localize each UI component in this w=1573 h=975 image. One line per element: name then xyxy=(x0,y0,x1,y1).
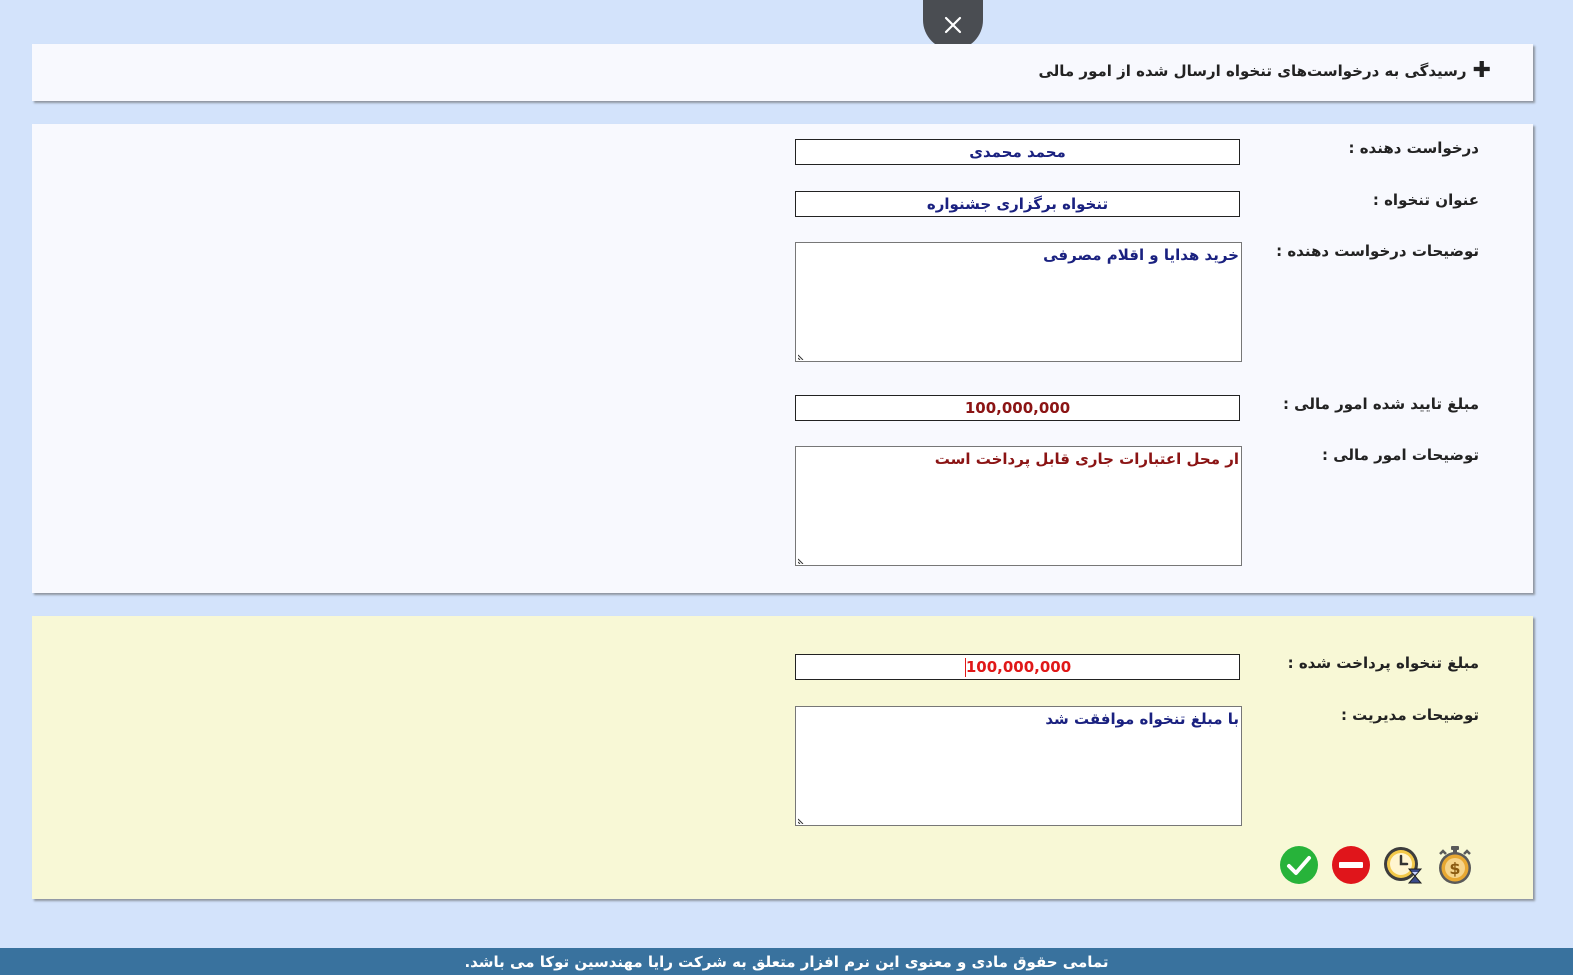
plus-icon[interactable]: ✚ xyxy=(1473,60,1491,82)
page-title: رسیدگی به درخواست‌های تنخواه ارسال شده ا… xyxy=(1038,62,1467,80)
resize-handle-icon[interactable] xyxy=(798,816,806,824)
paid-amount-input[interactable]: 100,000,000 xyxy=(795,654,1240,680)
footer: تمامی حقوق مادی و معنوی این نرم افزار مت… xyxy=(0,948,1573,975)
petty-cash-title-field[interactable]: تنخواه برگزاری جشنواره xyxy=(795,191,1240,217)
reject-button[interactable] xyxy=(1329,845,1373,885)
requester-label: درخواست دهنده : xyxy=(1348,139,1479,157)
requester-field[interactable]: محمد محمدی xyxy=(795,139,1240,165)
requester-description-textarea[interactable]: خرید هدایا و اقلام مصرفی xyxy=(795,242,1242,362)
reject-icon xyxy=(1332,846,1370,884)
resize-handle-icon[interactable] xyxy=(798,556,806,564)
close-button[interactable] xyxy=(923,0,983,50)
petty-cash-title-label: عنوان تنخواه : xyxy=(1372,191,1479,209)
page-title-row: ✚ رسیدگی به درخواست‌های تنخواه ارسال شده… xyxy=(1038,60,1491,82)
svg-text:$: $ xyxy=(1449,859,1460,878)
copyright-text: تمامی حقوق مادی و معنوی این نرم افزار مت… xyxy=(464,952,1109,971)
management-description-textarea[interactable]: با مبلغ تنخواه موافقت شد xyxy=(795,706,1242,826)
requester-description-text: خرید هدایا و اقلام مصرفی xyxy=(1043,246,1239,264)
money-timer-icon: $ xyxy=(1439,846,1471,884)
finance-description-label: توضیحات امور مالی : xyxy=(1321,446,1479,464)
approved-amount-field[interactable]: 100,000,000 xyxy=(795,395,1240,421)
approve-button[interactable] xyxy=(1277,845,1321,885)
paid-amount-label: مبلغ تنخواه پرداخت شده : xyxy=(1287,654,1479,672)
money-timer-button[interactable]: $ xyxy=(1433,845,1477,885)
action-buttons: $ xyxy=(1277,845,1477,885)
management-description-label: توضیحات مدیریت : xyxy=(1340,706,1479,724)
finance-description-text: ار محل اعتبارات جاری قابل پرداخت است xyxy=(934,450,1239,468)
approve-icon xyxy=(1280,846,1318,884)
management-panel: مبلغ تنخواه پرداخت شده : 100,000,000 توض… xyxy=(32,616,1533,899)
requester-description-label: توضیحات درخواست دهنده : xyxy=(1276,242,1479,260)
request-details-panel: درخواست دهنده : محمد محمدی عنوان تنخواه … xyxy=(32,124,1533,593)
pending-button[interactable] xyxy=(1381,845,1425,885)
finance-description-textarea[interactable]: ار محل اعتبارات جاری قابل پرداخت است xyxy=(795,446,1242,566)
close-icon xyxy=(944,16,962,34)
approved-amount-label: مبلغ تایید شده امور مالی : xyxy=(1282,395,1479,413)
resize-handle-icon[interactable] xyxy=(798,352,806,360)
management-description-text: با مبلغ تنخواه موافقت شد xyxy=(1045,710,1239,728)
clock-hourglass-icon xyxy=(1384,847,1423,884)
text-caret xyxy=(964,657,966,677)
paid-amount-text: 100,000,000 xyxy=(965,658,1072,676)
header-panel: ✚ رسیدگی به درخواست‌های تنخواه ارسال شده… xyxy=(32,44,1533,101)
